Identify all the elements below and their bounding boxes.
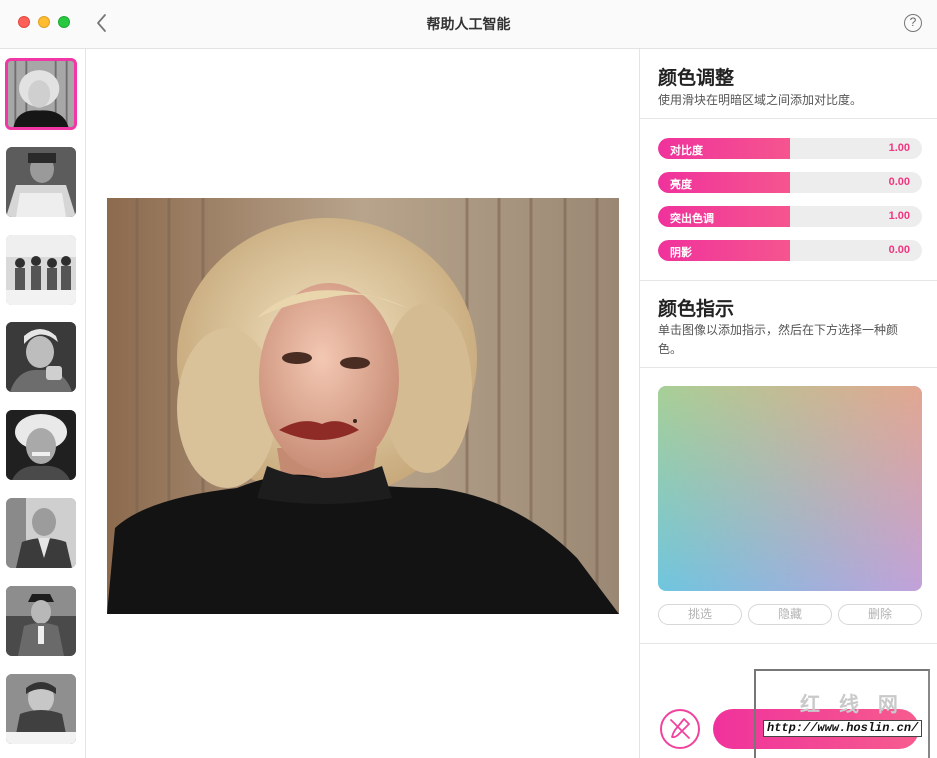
brightness-slider[interactable]: 亮度 0.00 bbox=[658, 172, 922, 193]
color-adjust-description: 使用滑块在明暗区域之间添加对比度。 bbox=[658, 93, 863, 107]
divider bbox=[640, 280, 937, 281]
color-hint-title: 颜色指示 bbox=[658, 298, 735, 320]
portrait-thumbnail-image bbox=[6, 586, 76, 656]
thumbnail-7[interactable] bbox=[6, 586, 76, 656]
slider-label: 突出色调 bbox=[670, 212, 714, 225]
window-title: 帮助人工智能 bbox=[426, 17, 511, 33]
slider-label: 阴影 bbox=[670, 246, 692, 259]
portrait-thumbnail-image bbox=[6, 322, 76, 392]
image-canvas[interactable] bbox=[87, 49, 639, 758]
slider-value: 1.00 bbox=[888, 142, 910, 154]
slider-value: 1.00 bbox=[888, 210, 910, 222]
brush-button[interactable] bbox=[660, 709, 700, 749]
divider bbox=[640, 367, 937, 368]
thumbnail-5[interactable] bbox=[6, 410, 76, 480]
shadow-slider[interactable]: 阴影 0.00 bbox=[658, 240, 922, 261]
portrait-thumbnail-image bbox=[6, 410, 76, 480]
thumbnail-1[interactable] bbox=[5, 58, 77, 130]
slider-label: 对比度 bbox=[670, 144, 703, 157]
portrait-thumbnail-image bbox=[6, 674, 76, 744]
portrait-thumbnail-image bbox=[6, 498, 76, 568]
question-circle-icon[interactable]: ? bbox=[904, 14, 922, 32]
contrast-slider[interactable]: 对比度 1.00 bbox=[658, 138, 922, 159]
divider bbox=[640, 118, 937, 119]
watermark-logo: 红 线 网 bbox=[800, 692, 904, 716]
portrait-thumbnail-image bbox=[8, 61, 74, 127]
adjust-panel: 颜色调整 使用滑块在明暗区域之间添加对比度。 对比度 1.00 亮度 0.00 … bbox=[639, 49, 937, 758]
pick-button[interactable]: 挑选 bbox=[658, 604, 742, 625]
slider-value: 0.00 bbox=[888, 176, 910, 188]
color-palette[interactable] bbox=[658, 386, 922, 591]
thumbnail-6[interactable] bbox=[6, 498, 76, 568]
watermark-url: http://www.hoslin.cn/ bbox=[763, 720, 923, 737]
brush-icon bbox=[670, 718, 690, 739]
thumbnail-2[interactable] bbox=[6, 147, 76, 217]
portrait-thumbnail-image bbox=[6, 147, 76, 217]
slider-value: 0.00 bbox=[888, 244, 910, 256]
title-bar: 帮助人工智能 ? bbox=[0, 0, 937, 49]
photo-sidebar bbox=[0, 49, 86, 758]
thumbnail-3[interactable] bbox=[6, 235, 76, 305]
highlight-tone-slider[interactable]: 突出色调 1.00 bbox=[658, 206, 922, 227]
thumbnail-8[interactable] bbox=[6, 674, 76, 744]
main-photo[interactable] bbox=[107, 198, 619, 614]
portrait-thumbnail-image bbox=[6, 235, 76, 305]
color-hint-description: 单击图像以添加指示，然后在下方选择一种颜色。 bbox=[658, 323, 899, 356]
color-gradient-picker bbox=[658, 386, 922, 591]
delete-button[interactable]: 删除 bbox=[838, 604, 922, 625]
hide-button[interactable]: 隐藏 bbox=[748, 604, 832, 625]
color-adjust-title: 颜色调整 bbox=[658, 67, 735, 89]
thumbnail-4[interactable] bbox=[6, 322, 76, 392]
colorized-portrait-image bbox=[107, 198, 619, 614]
slider-label: 亮度 bbox=[670, 178, 692, 191]
divider bbox=[640, 643, 937, 644]
